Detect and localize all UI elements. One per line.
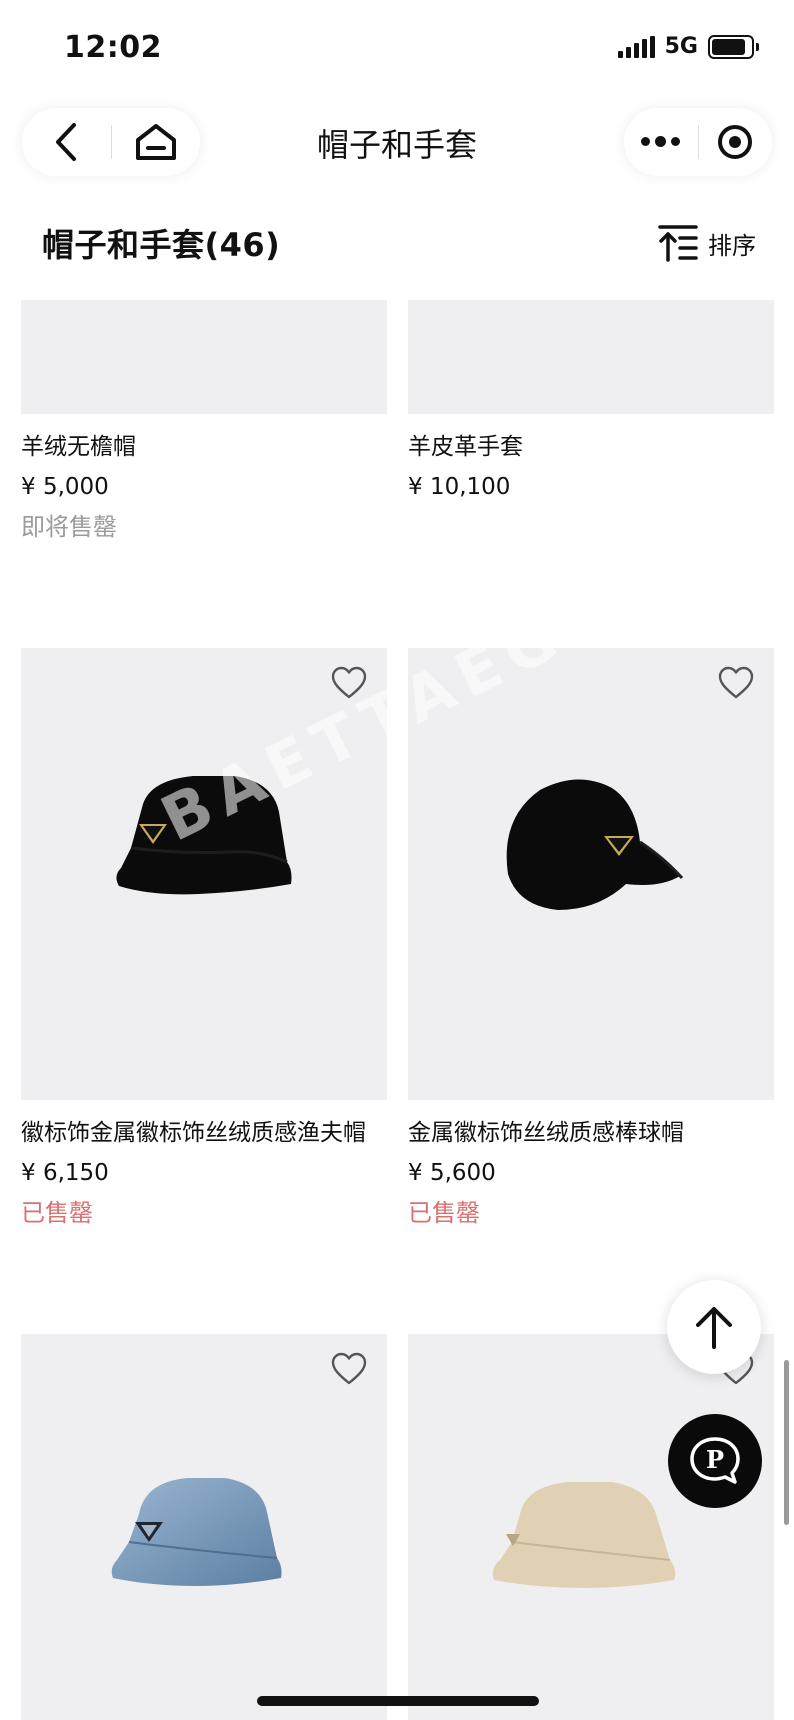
signal-icon — [617, 35, 655, 58]
status-time: 12:02 — [64, 30, 162, 65]
more-button[interactable] — [624, 108, 698, 176]
velvet-bucket-hat-image — [116, 776, 292, 895]
product-card[interactable]: 羊皮革手套 ¥ 10,100 — [408, 300, 774, 512]
home-indicator — [257, 1696, 539, 1706]
chat-logo-letter: P — [706, 1445, 724, 1474]
product-card[interactable]: 金属徽标饰丝绒质感棒球帽 ¥ 5,600 已售罄 — [408, 648, 774, 1228]
product-name: 羊皮革手套 — [408, 434, 523, 460]
network-label: 5G — [664, 34, 698, 59]
product-status: 已售罄 — [21, 1199, 93, 1227]
product-name: 徽标饰金属徽标饰丝绒质感渔夫帽 — [21, 1120, 366, 1146]
beige-bucket-hat-image — [492, 1482, 676, 1588]
product-image[interactable] — [408, 1334, 774, 1720]
section-header: 帽子和手套(46) 排序 — [0, 200, 794, 290]
product-status: 已售罄 — [408, 1199, 480, 1227]
nav-bar: 帽子和手套 — [0, 100, 794, 186]
product-card[interactable] — [408, 1334, 774, 1720]
home-button[interactable] — [112, 108, 201, 176]
product-price: ¥ 6,150 — [21, 1160, 109, 1186]
sort-label: 排序 — [708, 231, 756, 260]
target-icon — [718, 125, 753, 159]
product-image[interactable] — [21, 648, 387, 1100]
product-name: 羊绒无檐帽 — [21, 434, 136, 460]
product-image[interactable] — [408, 648, 774, 1100]
battery-icon — [708, 34, 759, 59]
close-miniprogram-button[interactable] — [699, 108, 773, 176]
customer-service-chat-button[interactable]: P — [668, 1414, 762, 1508]
velvet-baseball-cap-image — [506, 779, 684, 910]
page-title: 帽子和手套(46) — [42, 226, 281, 264]
product-card[interactable]: 羊绒无檐帽 ¥ 5,000 即将售罄 — [21, 300, 387, 542]
back-button[interactable] — [22, 108, 111, 176]
nav-right-capsule — [624, 108, 772, 176]
product-image[interactable] — [21, 300, 387, 414]
chat-bubble-icon: P — [690, 1437, 740, 1484]
home-icon — [135, 124, 176, 160]
status-bar: 12:02 5G — [0, 0, 794, 100]
status-icons: 5G — [617, 34, 759, 59]
sort-button[interactable]: 排序 — [658, 224, 756, 262]
product-price: ¥ 10,100 — [408, 474, 511, 500]
product-image[interactable] — [408, 300, 774, 414]
product-card[interactable]: 徽标饰金属徽标饰丝绒质感渔夫帽 ¥ 6,150 已售罄 — [21, 648, 387, 1228]
product-name: 金属徽标饰丝绒质感棒球帽 — [408, 1120, 684, 1146]
product-price: ¥ 5,000 — [21, 474, 109, 500]
product-card[interactable] — [21, 1334, 387, 1720]
nav-left-capsule — [22, 108, 200, 176]
product-status: 即将售罄 — [21, 513, 117, 541]
more-dots-icon — [641, 136, 681, 147]
product-price: ¥ 5,600 — [408, 1160, 496, 1186]
denim-bucket-hat-image — [111, 1478, 282, 1586]
arrow-up-icon — [696, 1307, 732, 1349]
sort-icon — [658, 225, 698, 262]
back-arrow-icon — [56, 123, 77, 161]
product-image[interactable] — [21, 1334, 387, 1720]
scrollbar[interactable] — [784, 1360, 789, 1525]
back-to-top-button[interactable] — [667, 1280, 761, 1374]
